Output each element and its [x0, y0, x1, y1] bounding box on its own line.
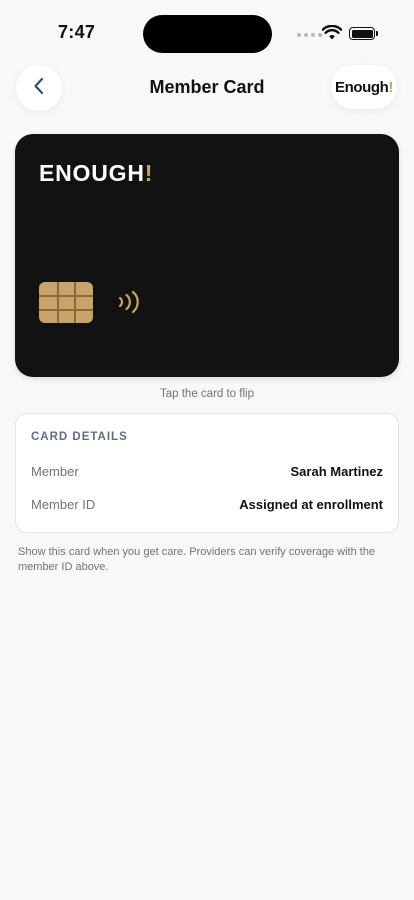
footnote: Show this card when you get care. Provid… [18, 546, 376, 573]
dynamic-island [143, 15, 272, 53]
contactless-icon [115, 289, 145, 320]
detail-label: Member [31, 463, 79, 479]
card-details-panel: CARD DETAILS Member Sarah Martinez Membe… [15, 413, 399, 533]
wifi-icon [321, 24, 343, 45]
detail-row-member-id: Member ID Assigned at enrollment [31, 495, 383, 513]
detail-label: Member ID [31, 496, 96, 512]
detail-row-member: Member Sarah Martinez [31, 462, 383, 480]
detail-value: Assigned at enrollment [239, 496, 383, 512]
card-brand-logo: ENOUGH! [39, 160, 153, 187]
battery-icon [349, 27, 378, 40]
status-bar: 7:47 [0, 0, 414, 60]
flip-hint: Tap the card to flip [160, 388, 254, 400]
brand-logo-text: Enough [334, 78, 389, 96]
detail-value: Sarah Martinez [290, 463, 383, 479]
chip-icon [39, 282, 93, 323]
status-time: 7:47 [58, 22, 96, 42]
card-details-heading: CARD DETAILS [31, 431, 128, 443]
brand-logo-mark: ! [388, 78, 394, 96]
cellular-signal-icon [297, 33, 322, 37]
card-brand-mark: ! [144, 160, 154, 186]
brand-logo-button[interactable]: Enough! [331, 65, 397, 109]
member-card[interactable]: ENOUGH! [15, 134, 399, 377]
card-brand-text: ENOUGH [39, 160, 145, 186]
